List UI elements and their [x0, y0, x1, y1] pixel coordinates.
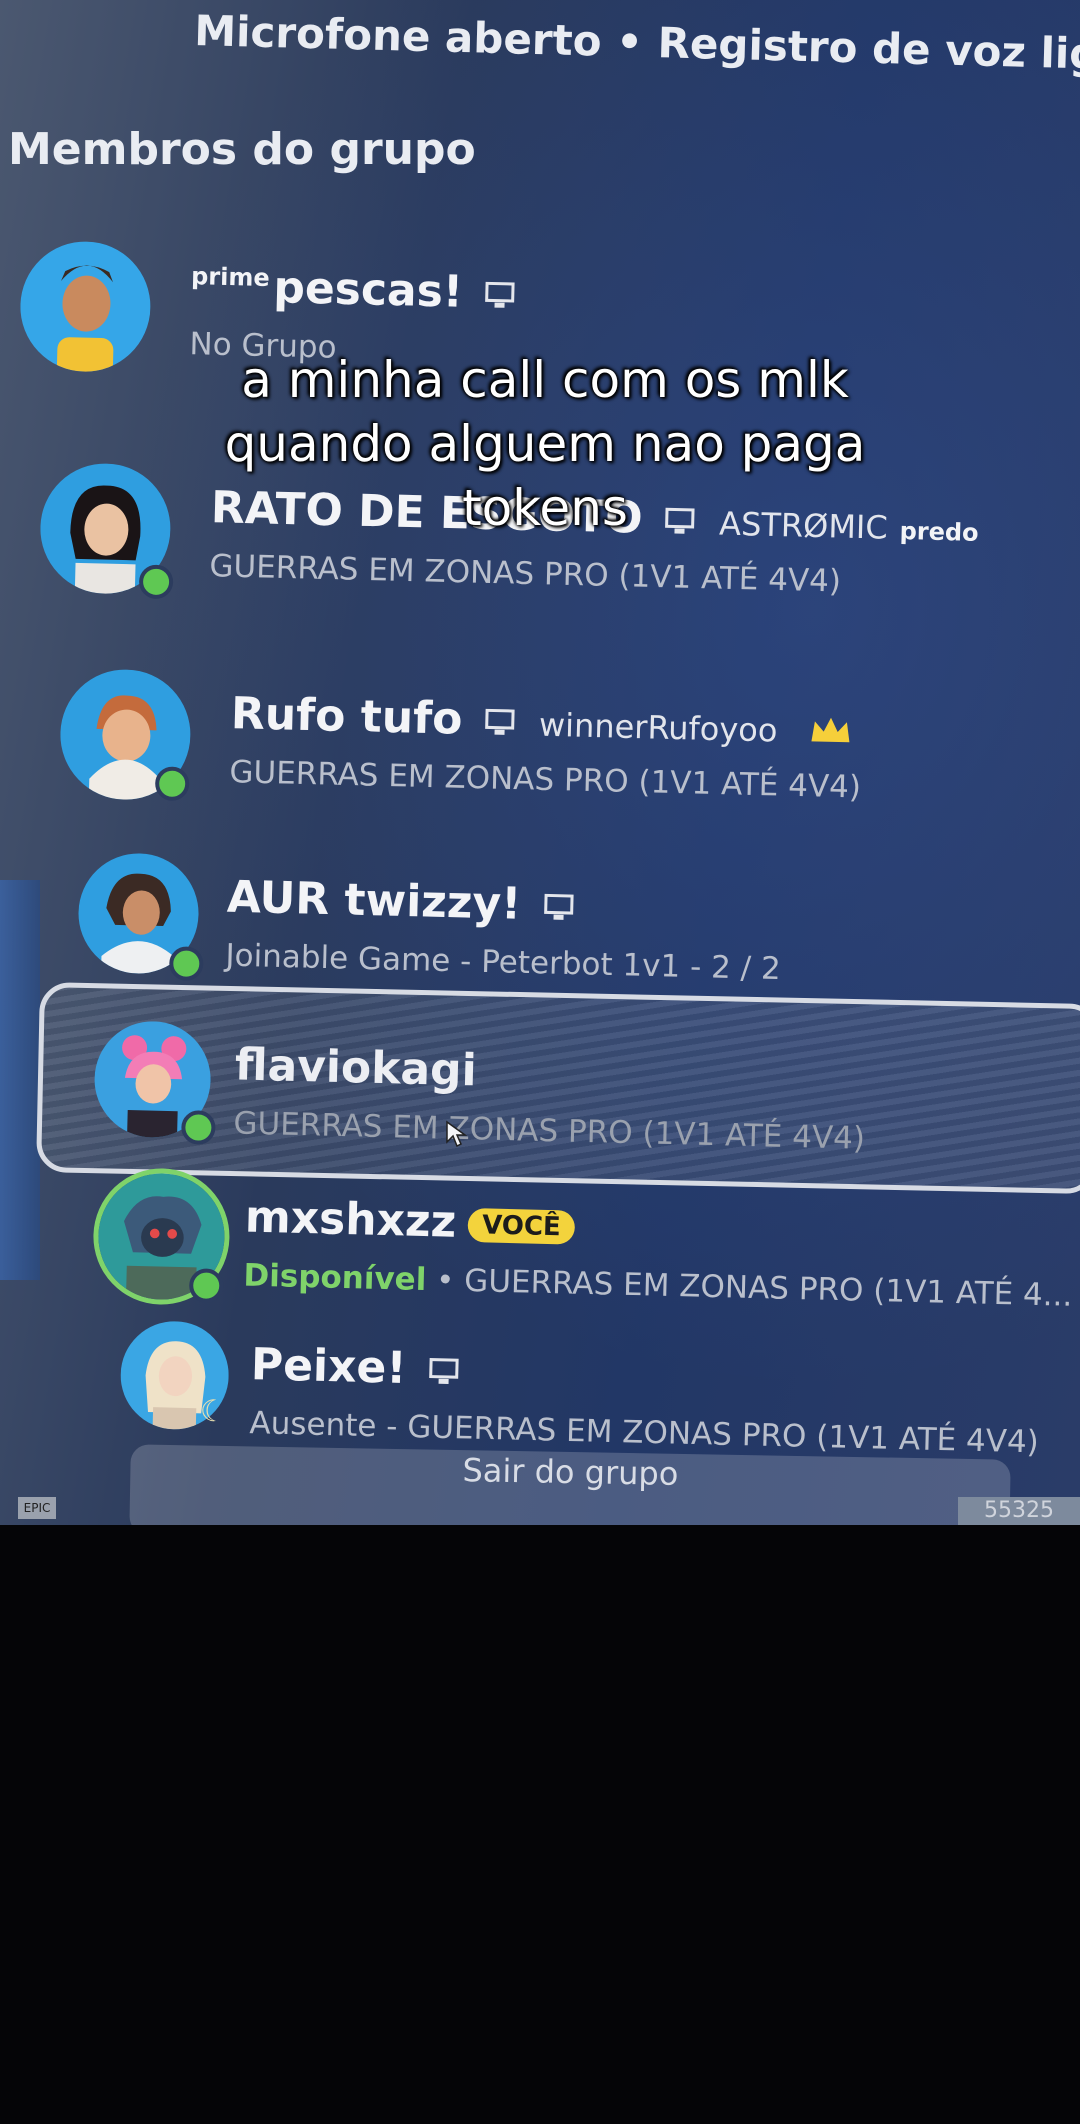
crown-icon: [811, 717, 850, 743]
member-name: primepescas!: [190, 260, 519, 319]
member-row-mxshxzz[interactable]: mxshxzz VOCÊ Disponível • GUERRAS EM ZONA…: [96, 1172, 1080, 1336]
moon-icon: ☾: [199, 1393, 228, 1430]
member-status: GUERRAS EM ZONAS PRO (1V1 ATÉ 4V4): [233, 1105, 866, 1157]
epic-corner-badge: EPIC: [18, 1497, 56, 1519]
caption-line-1: a minha call com os mlk: [241, 351, 849, 409]
member-name: mxshxzz VOCÊ: [244, 1192, 576, 1251]
member-name: Rufo tufo winnerRufoyoo: [230, 688, 853, 754]
caption-line-2: quando alguem nao paga: [224, 415, 866, 473]
member-name: AUR twizzy!: [226, 872, 577, 932]
leave-party-button[interactable]: Sair do grupo: [129, 1444, 1011, 1525]
member-name: Peixe!: [250, 1339, 462, 1395]
party-members-title: Membros do grupo: [8, 124, 476, 175]
member-status: Disponível • GUERRAS EM ZONAS PRO (1V1 A…: [243, 1257, 1073, 1314]
online-status-dot: [188, 1268, 224, 1304]
pc-icon: [485, 708, 515, 735]
you-badge: VOCÊ: [467, 1208, 576, 1245]
pc-icon: [543, 893, 574, 920]
online-status-dot: [168, 946, 204, 982]
corner-number: 55325: [958, 1497, 1080, 1525]
pc-icon: [485, 281, 516, 308]
video-caption: a minha call com os mlk quando alguem na…: [130, 348, 960, 540]
online-status-dot: [138, 564, 174, 600]
member-row-flaviokagi[interactable]: flaviokagi GUERRAS EM ZONAS PRO (1V1 ATÉ…: [93, 1020, 1080, 1184]
member-status: Joinable Game - Peterbot 1v1 - 2 / 2: [225, 937, 782, 988]
left-panel-edge: [0, 880, 40, 1280]
caption-line-3: tokens: [462, 479, 628, 537]
pc-icon: [428, 1358, 459, 1384]
mouse-cursor-icon: [446, 1120, 467, 1148]
voice-status-text: Microfone aberto • Registro de voz ligad…: [193, 6, 1080, 81]
availability-label: Disponível: [243, 1257, 427, 1298]
game-screen: Microfone aberto • Registro de voz ligad…: [0, 0, 1080, 1525]
member-status: GUERRAS EM ZONAS PRO (1V1 ATÉ 4V4): [229, 754, 862, 806]
member-name: flaviokagi: [234, 1039, 478, 1097]
member-status: GUERRAS EM ZONAS PRO (1V1 ATÉ 4V4): [209, 548, 842, 600]
online-status-dot: [180, 1110, 216, 1145]
online-status-dot: [154, 766, 190, 802]
member-row-rufo-tufo[interactable]: Rufo tufo winnerRufoyoo GUERRAS EM ZONAS…: [58, 668, 1062, 832]
